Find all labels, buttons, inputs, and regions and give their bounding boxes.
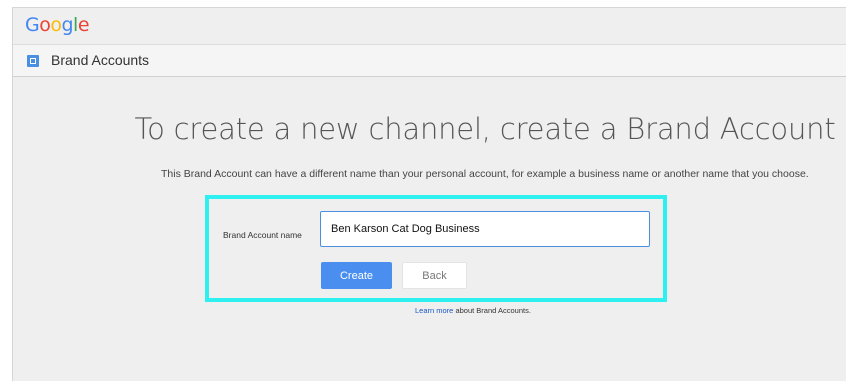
page-description: This Brand Account can have a different …: [161, 168, 809, 180]
brand-account-name-input[interactable]: [320, 211, 650, 247]
logo-letter: o: [50, 14, 62, 36]
learn-more-link[interactable]: Learn more: [415, 306, 453, 315]
section-title: Brand Accounts: [51, 52, 150, 68]
headline-text: To create a new channel, create a Brand …: [134, 112, 836, 146]
brand-account-name-label: Brand Account name: [223, 230, 302, 240]
logo-letter: o: [39, 14, 51, 36]
google-logo[interactable]: Google: [25, 14, 90, 36]
learn-more-suffix: about Brand Accounts.: [453, 306, 531, 315]
brand-account-icon: [27, 55, 39, 67]
logo-letter: G: [25, 14, 40, 36]
logo-letter: g: [61, 14, 74, 36]
top-bar: Google: [13, 8, 846, 44]
page-headline: To create a new channel, create a Brand …: [13, 112, 846, 146]
learn-more-row: Learn more about Brand Accounts.: [415, 306, 531, 315]
section-bar: Brand Accounts: [13, 44, 846, 77]
page-frame: Google Brand Accounts To create a new ch…: [12, 7, 846, 381]
back-button[interactable]: Back: [402, 262, 467, 289]
create-button[interactable]: Create: [321, 262, 392, 289]
logo-letter: e: [77, 14, 90, 36]
